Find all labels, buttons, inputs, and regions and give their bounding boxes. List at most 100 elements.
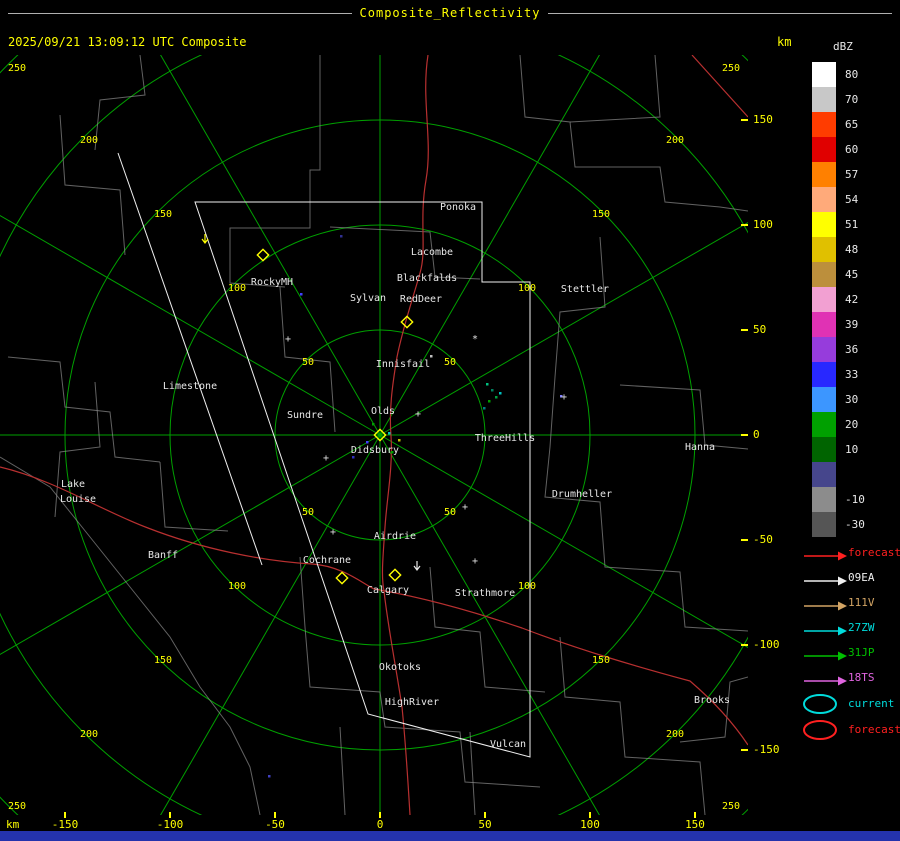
down-arrow-symbol — [413, 561, 421, 571]
colorbar-segment — [812, 162, 836, 187]
colorbar-label: 48 — [845, 243, 859, 256]
legend-ellipse-icon — [803, 694, 837, 714]
legend-arrow-icon — [804, 626, 847, 636]
ring-distance-label: 100 — [228, 581, 246, 592]
city-label: Lacombe — [411, 247, 453, 258]
city-label: Limestone — [163, 381, 217, 392]
legend-arrow — [804, 547, 848, 566]
city-label: HighRiver — [385, 697, 439, 708]
legend-ellipse-label: forecast — [848, 723, 900, 736]
ring-distance-label: 250 — [8, 63, 26, 74]
ring-distance-label: 50 — [444, 507, 456, 518]
legend-arrow-label: forecast — [848, 546, 900, 559]
county-boundary — [7, 356, 161, 463]
legend-arrow-head — [838, 576, 847, 586]
echo-pixel — [372, 423, 375, 426]
ring-distance-label: 250 — [722, 801, 740, 812]
colorbar-segment — [812, 312, 836, 337]
colorbar-segment — [812, 62, 836, 87]
city-label: RockyMH — [251, 277, 293, 288]
right-axis-tick — [741, 539, 748, 541]
legend-arrow — [804, 622, 848, 641]
azimuth-line — [160, 55, 381, 436]
status-bar — [0, 831, 900, 841]
county-boundary — [469, 731, 476, 815]
echo-pixel — [352, 456, 355, 459]
right-axis-label: 0 — [753, 428, 760, 441]
city-label: Hanna — [685, 442, 715, 453]
plus-symbol: + — [561, 392, 567, 403]
ring-distance-label: 150 — [592, 655, 610, 666]
bottom-axis-label: -100 — [156, 818, 184, 831]
colorbar-label: 57 — [845, 168, 859, 181]
colorbar-label: 54 — [845, 193, 859, 206]
city-label: Sundre — [287, 410, 323, 421]
colorbar-label: 20 — [845, 418, 859, 431]
colorbar-segment — [812, 387, 836, 412]
colorbar-label: 60 — [845, 143, 859, 156]
echo-pixel — [486, 383, 489, 386]
legend-arrow-head — [838, 626, 847, 636]
legend-ellipse — [802, 719, 846, 745]
right-axis-label: 150 — [753, 113, 773, 126]
legend-ellipse — [802, 693, 846, 719]
colorbar-title: dBZ — [833, 40, 853, 53]
ring-distance-label: 150 — [592, 209, 610, 220]
colorbar-segment — [812, 462, 836, 487]
colorbar-segment — [812, 437, 836, 462]
city-label: Sylvan — [350, 293, 386, 304]
city-label: Stettler — [561, 284, 609, 295]
colorbar-segment — [812, 287, 836, 312]
bottom-axis-label: 50 — [478, 818, 492, 831]
echo-pixel — [388, 432, 391, 435]
city-label: Olds — [371, 406, 395, 417]
county-boundary — [0, 456, 261, 815]
colorbar-label: 51 — [845, 218, 859, 231]
city-label: Calgary — [367, 585, 409, 596]
legend-arrow-label: 31JP — [848, 646, 875, 659]
bottom-axis-label: -50 — [265, 818, 285, 831]
colorbar-segment — [812, 187, 836, 212]
legend-arrow-icon — [804, 601, 847, 611]
azimuth-line — [160, 434, 381, 815]
county-boundary — [619, 384, 748, 450]
radar-site-marker — [256, 248, 270, 262]
city-label: Banff — [148, 550, 178, 561]
right-axis-label: -50 — [753, 533, 773, 546]
legend-arrow-label: 111V — [848, 596, 875, 609]
city-label: ThreeHills — [475, 433, 535, 444]
radar-site-marker — [335, 571, 349, 585]
echo-pixel — [268, 775, 271, 778]
ring-distance-label: 100 — [228, 283, 246, 294]
colorbar-segment — [812, 137, 836, 162]
city-label: Louise — [60, 494, 96, 505]
bottom-axis-label: 150 — [685, 818, 705, 831]
legend-arrow-icon — [804, 576, 847, 586]
colorbar-segment — [812, 512, 836, 537]
colorbar-label: 39 — [845, 318, 859, 331]
colorbar-label: 33 — [845, 368, 859, 381]
azimuth-line — [0, 215, 381, 436]
colorbar-segment — [812, 112, 836, 137]
plus-symbol: + — [472, 556, 478, 567]
city-label: Innisfail — [376, 359, 430, 370]
legend-ellipse-shape — [803, 720, 837, 740]
bottom-axis-unit: km — [6, 818, 20, 831]
legend-arrow-label: 09EA — [848, 571, 875, 584]
ring-distance-label: 100 — [518, 581, 536, 592]
ring-distance-label: 150 — [154, 209, 172, 220]
echo-pixel — [398, 439, 401, 442]
legend-ellipse-label: current — [848, 697, 895, 710]
legend-arrow-icon — [804, 676, 847, 686]
city-label: Cochrane — [303, 555, 351, 566]
legend-arrow — [804, 672, 848, 691]
county-boundary — [94, 55, 146, 151]
echo-pixel — [495, 396, 498, 399]
legend-arrow — [804, 647, 848, 666]
ring-distance-label: 50 — [444, 357, 456, 368]
colorbar-label: 30 — [845, 393, 859, 406]
legend-arrow-head — [838, 676, 847, 686]
colorbar-label: 10 — [845, 443, 859, 456]
colorbar-label: 65 — [845, 118, 859, 131]
county-boundary — [159, 461, 229, 532]
